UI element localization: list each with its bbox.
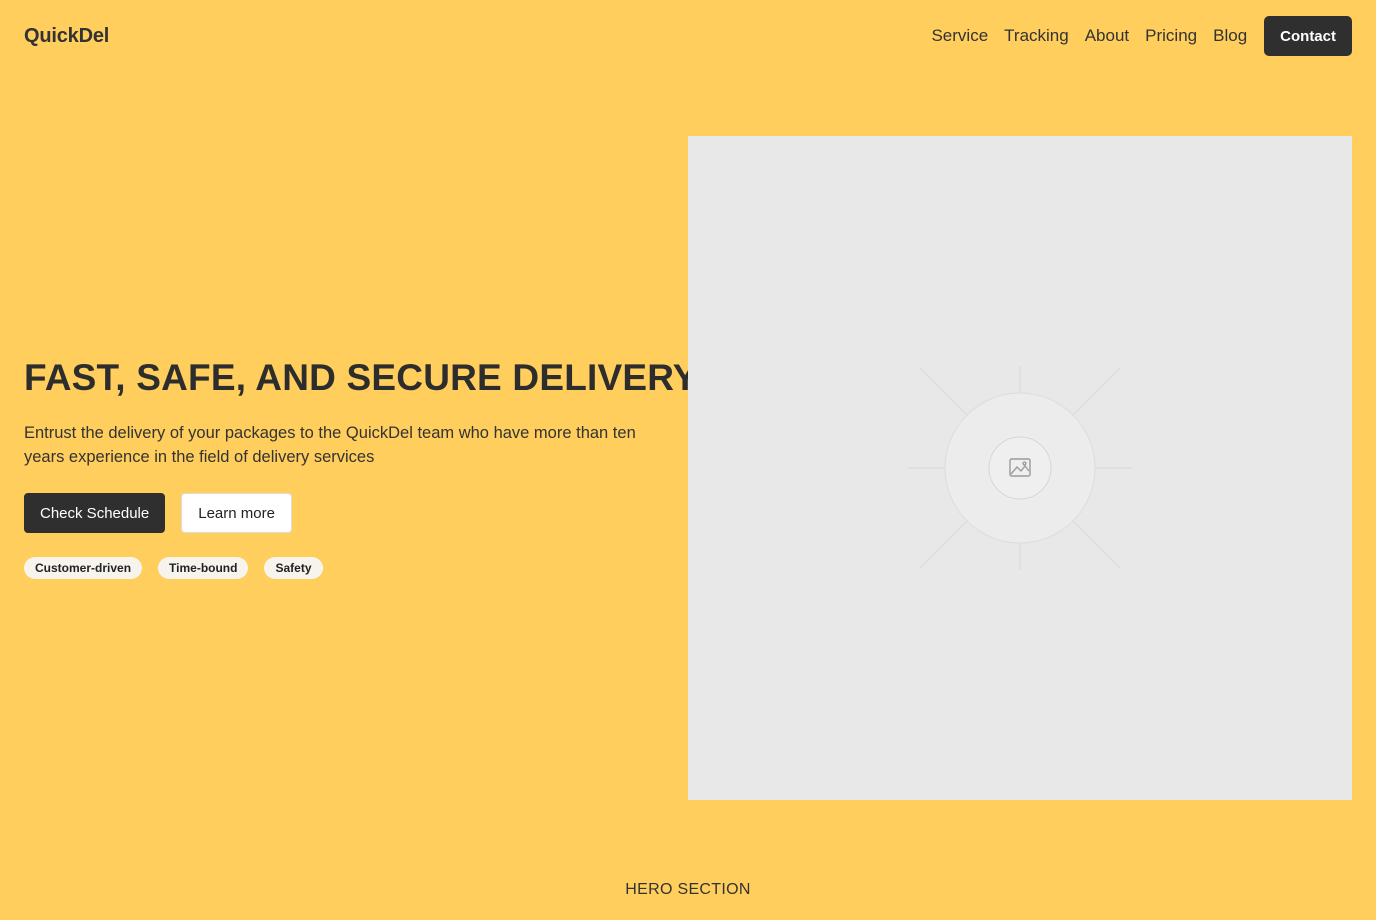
- hero-actions: Check Schedule Learn more: [24, 493, 292, 533]
- hero-title: FAST, SAFE, AND SECURE DELIVERY: [24, 357, 698, 398]
- nav-link-pricing[interactable]: Pricing: [1145, 24, 1197, 48]
- page: QuickDel Service Tracking About Pricing …: [0, 0, 1376, 920]
- nav-link-blog[interactable]: Blog: [1213, 24, 1247, 48]
- tag-safety: Safety: [264, 557, 323, 579]
- check-schedule-button[interactable]: Check Schedule: [24, 493, 166, 533]
- hero-subtitle: Entrust the delivery of your packages to…: [24, 424, 636, 466]
- contact-button[interactable]: Contact: [1264, 16, 1352, 56]
- tag-customer-driven: Customer-driven: [24, 557, 143, 579]
- main-nav: Service Tracking About Pricing Blog Cont…: [931, 16, 1352, 56]
- image-placeholder-icon: [908, 366, 1132, 570]
- learn-more-button[interactable]: Learn more: [181, 493, 292, 533]
- tag-time-bound: Time-bound: [158, 557, 249, 579]
- nav-link-tracking[interactable]: Tracking: [1004, 24, 1069, 48]
- feature-tags: Customer-driven Time-bound Safety: [24, 557, 323, 579]
- nav-link-service[interactable]: Service: [931, 24, 988, 48]
- nav-link-about[interactable]: About: [1085, 24, 1129, 48]
- section-label: HERO SECTION: [625, 881, 751, 898]
- hero-image-placeholder: [688, 136, 1352, 800]
- logo[interactable]: QuickDel: [24, 24, 109, 48]
